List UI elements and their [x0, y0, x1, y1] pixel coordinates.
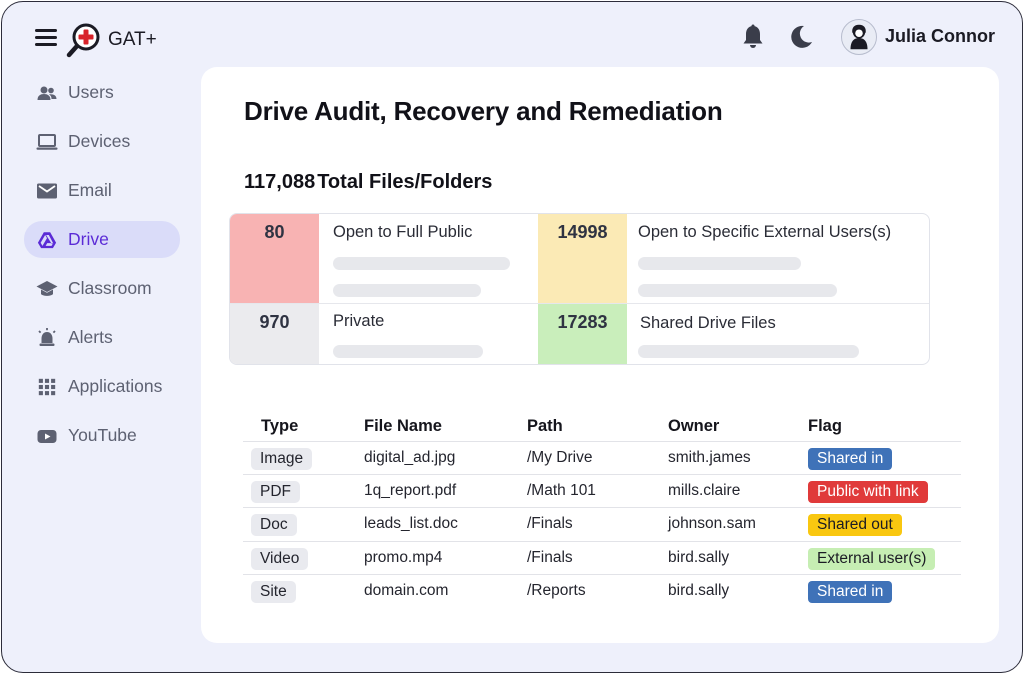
summary-count-shared-drive[interactable]: 17283 [538, 304, 627, 364]
sidebar-item-label: Classroom [68, 278, 152, 298]
summary-label-private[interactable]: Private [333, 312, 384, 331]
file-type-chip: Video [251, 547, 309, 570]
column-header-flag[interactable]: Flag [808, 417, 842, 436]
sidebar-item-email[interactable]: Email [24, 172, 180, 209]
path-cell: /Math 101 [527, 482, 596, 500]
file-name-cell[interactable]: digital_ad.jpg [364, 449, 455, 467]
user-name[interactable]: Julia Connor [885, 26, 995, 47]
owner-cell: bird.sally [668, 581, 730, 599]
brand-name: GAT+ [108, 29, 157, 50]
file-name-cell[interactable]: promo.mp4 [364, 549, 442, 567]
file-type-chip: Site [251, 580, 296, 603]
placeholder-bar [333, 257, 510, 270]
file-name-cell[interactable]: domain.com [364, 582, 448, 600]
table-header: Type File Name Path Owner Flag [243, 412, 961, 442]
table-row[interactable]: Site domain.com/Reports bird.sally Shared i… [243, 575, 961, 608]
table-row[interactable]: Video promo.mp4/Finals bird.sally External … [243, 542, 961, 575]
sidebar-item-label: Users [68, 82, 114, 102]
column-header-type[interactable]: Type [261, 417, 298, 436]
owner-cell: mills.claire [668, 482, 741, 500]
users-icon [36, 82, 58, 104]
total-count-value: 117,088 [244, 171, 316, 193]
summary-count-external[interactable]: 14998 [538, 214, 627, 303]
page-title: Drive Audit, Recovery and Remediation [244, 96, 723, 126]
column-header-path[interactable]: Path [527, 417, 563, 436]
summary-panel: 80 Open to Full Public 14998 Open to Spe… [229, 213, 930, 365]
sidebar-nav: Users Devices Email Drive Classroom Aler… [24, 74, 180, 466]
grid-icon [36, 376, 58, 398]
file-name-cell[interactable]: leads_list.doc [364, 515, 458, 533]
path-cell: /Reports [527, 581, 586, 599]
table-row[interactable]: Image digital_ad.jpg/My Drive smith.james S… [243, 442, 961, 476]
sidebar-item-label: Email [68, 180, 112, 200]
sidebar-item-label: Alerts [68, 327, 113, 347]
logo-magnifier-icon [66, 23, 100, 58]
flag-badge: Shared in [808, 448, 893, 470]
flag-badge: Shared out [808, 514, 902, 537]
total-count-label: Total Files/Folders [317, 171, 493, 193]
sidebar-item-label: YouTube [68, 425, 137, 445]
path-cell: /My Drive [527, 449, 593, 466]
file-name-cell[interactable]: 1q_report.pdf [364, 482, 456, 500]
total-files-count: 117,088 Total Files/Folders [244, 171, 492, 194]
sidebar-item-drive[interactable]: Drive [24, 221, 180, 258]
flag-badge: External user(s) [808, 547, 936, 570]
placeholder-bar [333, 345, 483, 358]
column-header-owner[interactable]: Owner [668, 417, 719, 436]
placeholder-bar [333, 284, 481, 297]
mail-icon [36, 180, 58, 202]
drive-icon [36, 229, 58, 251]
owner-cell: bird.sally [668, 548, 730, 566]
path-cell: /Finals [527, 515, 573, 533]
owner-cell: johnson.sam [668, 515, 756, 533]
sidebar-item-applications[interactable]: Applications [24, 368, 180, 405]
table-row[interactable]: Doc leads_list.doc/Finals johnson.sam Share… [243, 508, 961, 542]
sidebar-item-youtube[interactable]: YouTube [24, 417, 180, 454]
sidebar-item-label: Devices [68, 131, 131, 151]
column-header-file-name[interactable]: File Name [364, 417, 442, 436]
bell-icon[interactable] [741, 24, 765, 50]
sidebar-item-classroom[interactable]: Classroom [24, 270, 180, 307]
hamburger-menu-icon[interactable] [35, 29, 57, 47]
placeholder-bar [638, 345, 859, 358]
file-type-chip: Image [251, 448, 313, 470]
laptop-icon [36, 131, 58, 153]
sidebar-item-label: Applications [68, 376, 163, 396]
table-row[interactable]: PDF 1q_report.pdf/Math 101 mills.claire Pub… [243, 475, 961, 509]
summary-label-shared-drive[interactable]: Shared Drive Files [640, 314, 776, 333]
top-bar: GAT+ Julia Connor [2, 2, 1022, 72]
alarm-icon [36, 327, 58, 349]
summary-label-public[interactable]: Open to Full Public [333, 223, 472, 242]
main-content-card: Drive Audit, Recovery and Remediation 11… [201, 67, 999, 643]
placeholder-bar [638, 284, 837, 297]
graduation-cap-icon [36, 278, 58, 300]
sidebar-item-alerts[interactable]: Alerts [24, 319, 180, 356]
sidebar-item-label: Drive [68, 229, 109, 249]
flag-badge: Public with link [808, 481, 928, 504]
table-body: Image digital_ad.jpg/My Drive smith.james S… [243, 442, 961, 608]
files-table: Type File Name Path Owner Flag Image digi… [243, 412, 961, 608]
summary-count-private[interactable]: 970 [230, 304, 319, 364]
flag-badge: Shared in [808, 580, 893, 603]
youtube-icon [36, 425, 58, 447]
file-type-chip: PDF [251, 481, 300, 504]
file-type-chip: Doc [251, 514, 297, 537]
placeholder-bar [638, 257, 801, 270]
summary-count-public[interactable]: 80 [230, 214, 319, 303]
avatar[interactable] [841, 19, 877, 55]
dark-mode-moon-icon[interactable] [788, 24, 814, 50]
app-window: GAT+ Julia Connor Users Devices Email Dr… [1, 1, 1023, 673]
sidebar-item-devices[interactable]: Devices [24, 123, 180, 160]
sidebar-item-users[interactable]: Users [24, 74, 180, 111]
owner-cell: smith.james [668, 449, 751, 466]
path-cell: /Finals [527, 548, 573, 566]
summary-label-external[interactable]: Open to Specific External Users(s) [638, 223, 891, 242]
